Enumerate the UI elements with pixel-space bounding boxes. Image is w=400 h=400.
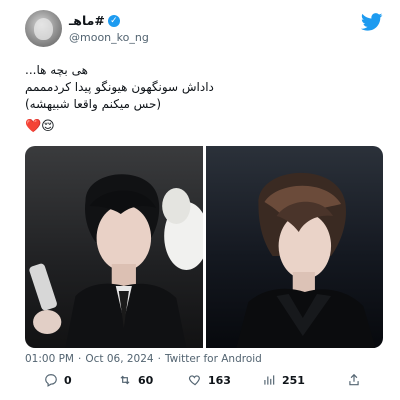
media-photo-right[interactable] [205, 146, 383, 348]
author-display-name[interactable]: ماهـ# [69, 13, 105, 28]
tweet-timestamp[interactable]: 01:00 PM · Oct 06, 2024 · Twitter for An… [25, 353, 262, 365]
reply-button[interactable]: 0 [44, 373, 72, 387]
reply-icon [45, 374, 57, 387]
separator-dot: · [157, 353, 161, 365]
tweet-line: هی بچه ها... [25, 63, 88, 77]
tweet-date: Oct 06, 2024 [85, 353, 154, 365]
like-button[interactable]: 163 [188, 373, 231, 387]
views-count: 251 [282, 373, 305, 387]
heart-icon [188, 375, 200, 386]
separator-dot: · [78, 353, 82, 365]
share-button[interactable] [347, 373, 361, 387]
verified-badge-icon: ✓ [107, 14, 120, 27]
author-name-row[interactable]: ماهـ# ✓ [69, 13, 120, 28]
author-handle[interactable]: @moon_ko_ng [69, 31, 149, 44]
tweet-actions: 0 60 163 251 [44, 373, 364, 391]
tweet-line: داداش سونگهون هیونگو پیدا کردمممم [25, 80, 214, 94]
tweet-emojis: ❤️😌 [25, 119, 55, 134]
avatar[interactable] [25, 10, 62, 47]
retweet-button[interactable]: 60 [118, 373, 153, 387]
photo-right-illustration [235, 172, 375, 348]
tweet-source[interactable]: Twitter for Android [165, 353, 262, 365]
views-button[interactable]: 251 [262, 373, 305, 387]
tweet-time: 01:00 PM [25, 353, 74, 365]
media-photo-left[interactable] [25, 146, 203, 348]
retweet-icon [120, 375, 130, 385]
twitter-logo-icon [361, 13, 383, 31]
analytics-icon [264, 375, 275, 385]
retweet-count: 60 [138, 373, 154, 387]
photo-left-illustration [29, 174, 203, 348]
like-count: 163 [208, 373, 231, 387]
tweet-text: هی بچه ها... داداش سونگهون هیونگو پیدا ک… [25, 62, 275, 113]
share-icon [349, 373, 359, 386]
tweet-line: (حس میکنم واقعا شبیهشه) [25, 97, 162, 111]
tweet-media[interactable] [25, 146, 383, 348]
reply-count: 0 [64, 373, 72, 387]
